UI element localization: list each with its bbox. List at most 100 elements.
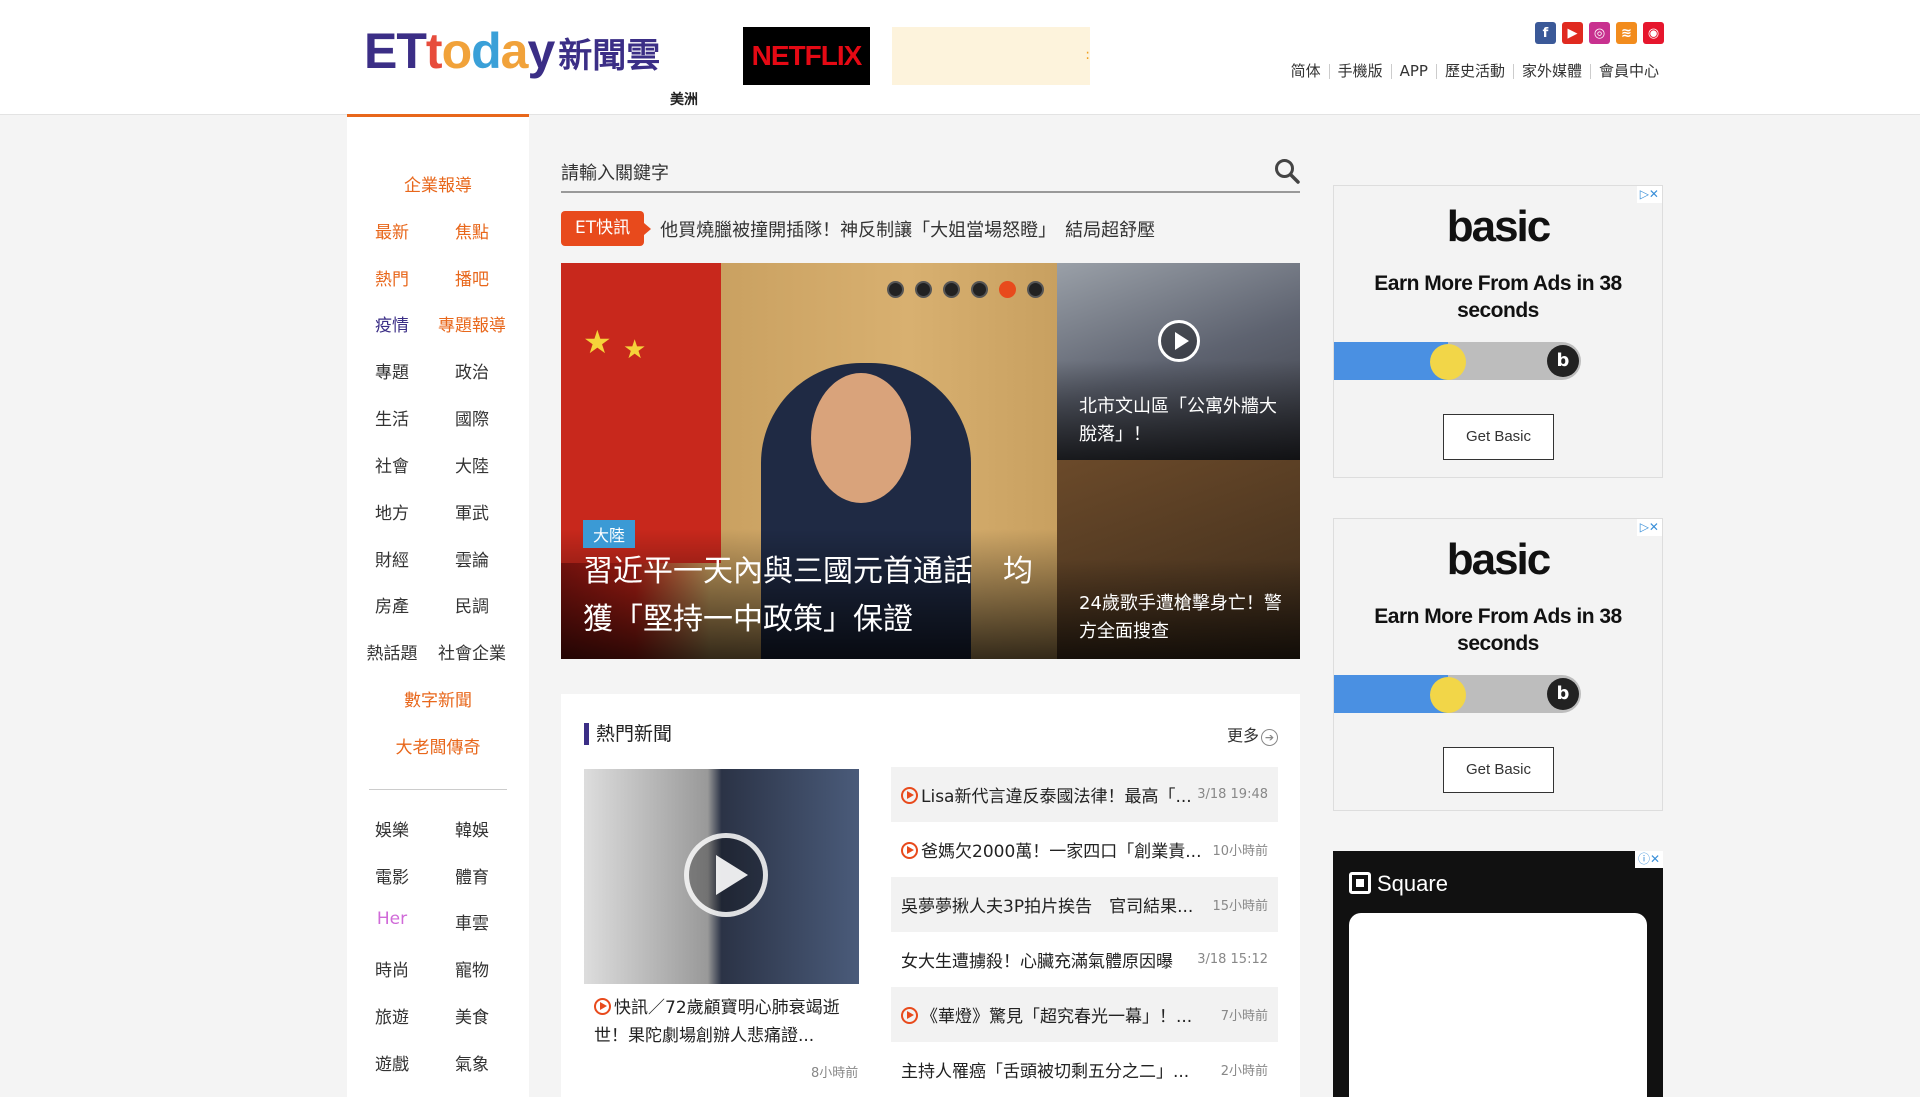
sidebar-item-epidemic[interactable]: 疫情	[347, 311, 437, 336]
list-item-title: 主持人罹癌「舌頭被切剩五分之二」...	[901, 1062, 1190, 1082]
sidebar-item-poll[interactable]: 民調	[427, 592, 517, 617]
site-logo[interactable]: ETtoday 新聞雲	[364, 26, 660, 76]
sidebar-item-food[interactable]: 美食	[427, 1003, 517, 1028]
weibo-icon[interactable]: ◉	[1643, 22, 1664, 44]
sidebar-item-korean-ent[interactable]: 韓娛	[427, 816, 517, 841]
sidebar-item-games[interactable]: 遊戲	[347, 1050, 437, 1075]
sidebar-item-opinion[interactable]: 雲論	[427, 546, 517, 571]
sidebar-item-sports[interactable]: 體育	[427, 863, 517, 888]
get-basic-button[interactable]: Get Basic	[1443, 414, 1554, 460]
sidebar-item-mainland[interactable]: 大陸	[427, 452, 517, 477]
sidebar-item-focus[interactable]: 焦點	[427, 218, 517, 243]
sidebar-item-data-news[interactable]: 數字新聞	[347, 686, 529, 711]
ad-progress-bar: b	[1334, 675, 1581, 713]
basic-ad-1[interactable]: ▷✕ basic Earn More From Ads in 38 second…	[1333, 185, 1663, 478]
nav-simplified[interactable]: 简体	[1283, 64, 1329, 79]
sidebar-item-entertainment[interactable]: 娛樂	[347, 816, 437, 841]
list-item-title: 吳夢夢揪人夫3P拍片挨告 官司結果...	[901, 897, 1194, 917]
rss-icon[interactable]: ≋	[1616, 22, 1637, 44]
hot-feature-image[interactable]	[584, 769, 859, 984]
sidebar-item-realestate[interactable]: 房產	[347, 592, 437, 617]
banner-ad[interactable]: :	[892, 27, 1090, 85]
more-link[interactable]: 更多 ➔	[1227, 722, 1278, 746]
sidebar-item-boba[interactable]: 播吧	[427, 265, 517, 290]
list-item[interactable]: 《華燈》驚見「超究春光一幕」！... 7小時前	[891, 987, 1278, 1042]
sidebar-item-boss-legend[interactable]: 大老闆傳奇	[347, 733, 529, 758]
adchoices-icon[interactable]: ⓘ✕	[1634, 851, 1663, 868]
side-story-1[interactable]: 北市文山區「公寓外牆大脫落」！	[1057, 263, 1300, 460]
sidebar-item-pets[interactable]: 寵物	[427, 956, 517, 981]
carousel-dot[interactable]	[943, 281, 960, 298]
sidebar-item-corporate[interactable]: 企業報導	[347, 171, 529, 196]
sidebar-item-weather[interactable]: 氣象	[427, 1050, 517, 1075]
sidebar-item-movies[interactable]: 電影	[347, 863, 437, 888]
logo-suffix: 新聞雲	[558, 36, 661, 76]
hot-news-list: Lisa新代言違反泰國法律！最高「... 3/18 19:48 爸媽欠2000萬！…	[891, 767, 1278, 1097]
netflix-banner-ad[interactable]: NETFLIX	[743, 27, 870, 85]
carousel-dot[interactable]	[999, 281, 1016, 298]
sidebar-item-her[interactable]: Her	[347, 909, 437, 929]
list-item[interactable]: 主持人罹癌「舌頭被切剩五分之二」... 2小時前	[891, 1042, 1278, 1097]
side-story-2[interactable]: 24歲歌手遭槍擊身亡！警方全面搜查	[1057, 460, 1300, 659]
search-input[interactable]	[561, 156, 1241, 190]
get-basic-button[interactable]: Get Basic	[1443, 747, 1554, 793]
square-ad-image	[1349, 913, 1647, 1097]
list-item[interactable]: 爸媽欠2000萬！一家四口「創業責... 10小時前	[891, 822, 1278, 877]
sidebar-item-military[interactable]: 軍武	[427, 499, 517, 524]
list-item-time: 7小時前	[1220, 1009, 1268, 1024]
list-item-time: 15小時前	[1212, 899, 1268, 914]
sidebar-item-society[interactable]: 社會	[347, 452, 437, 477]
sidebar-item-special-report[interactable]: 專題報導	[427, 311, 517, 336]
list-item-time: 2小時前	[1220, 1064, 1268, 1079]
sidebar-divider	[369, 789, 507, 790]
social-links: f ▶ ◎ ≋ ◉	[1535, 22, 1664, 44]
sidebar-item-politics[interactable]: 政治	[427, 358, 517, 383]
sidebar-item-topics[interactable]: 專題	[347, 358, 437, 383]
nav-app[interactable]: APP	[1390, 64, 1436, 79]
play-icon	[1158, 320, 1200, 362]
nav-history-events[interactable]: 歷史活動	[1435, 64, 1513, 79]
sidebar-item-local[interactable]: 地方	[347, 499, 437, 524]
carousel-dot[interactable]	[1027, 281, 1044, 298]
search-bar	[561, 156, 1300, 193]
sidebar-item-latest[interactable]: 最新	[347, 218, 437, 243]
sidebar-item-life[interactable]: 生活	[347, 405, 437, 430]
adchoices-icon[interactable]: ▷✕	[1636, 519, 1662, 536]
sidebar-item-travel[interactable]: 旅遊	[347, 1003, 437, 1028]
nav-mobile[interactable]: 手機版	[1328, 64, 1391, 79]
list-item[interactable]: 女大生遭擄殺！心臟充滿氣體原因曝 3/18 15:12	[891, 932, 1278, 987]
facebook-icon[interactable]: f	[1535, 22, 1556, 44]
sidebar-item-hot[interactable]: 熱門	[347, 265, 437, 290]
top-nav: 简体 手機版 APP 歷史活動 家外媒體 會員中心	[1283, 64, 1667, 79]
carousel-dots	[887, 281, 1044, 298]
play-icon	[684, 833, 768, 917]
adchoices-icon[interactable]: ▷✕	[1636, 186, 1662, 203]
square-ad[interactable]: ⓘ✕ Square	[1333, 851, 1663, 1097]
breaking-news-ticker: ET快訊 他買燒臘被撞開插隊！神反制讓「大姐當場怒瞪」 結局超舒壓	[561, 211, 1155, 246]
list-item[interactable]: 吳夢夢揪人夫3P拍片挨告 官司結果... 15小時前	[891, 877, 1278, 932]
hot-feature-caption[interactable]: 快訊／72歲顧寶明心肺衰竭逝世！果陀劇場創辦人悲痛證...	[594, 994, 844, 1050]
instagram-icon[interactable]: ◎	[1589, 22, 1610, 44]
carousel-dot[interactable]	[971, 281, 988, 298]
sidebar-item-finance[interactable]: 財經	[347, 546, 437, 571]
carousel-dot[interactable]	[915, 281, 932, 298]
youtube-icon[interactable]: ▶	[1562, 22, 1583, 44]
list-item[interactable]: Lisa新代言違反泰國法律！最高「... 3/18 19:48	[891, 767, 1278, 822]
sidebar-item-cars[interactable]: 車雲	[427, 909, 517, 934]
sidebar-item-international[interactable]: 國際	[427, 405, 517, 430]
carousel-dot[interactable]	[887, 281, 904, 298]
sidebar-item-social-enterprise[interactable]: 社會企業	[427, 639, 517, 664]
square-logo: Square	[1349, 871, 1448, 897]
hero-story[interactable]: ★ ★ 大陸 習近平一天內與三國元首通話 均獲「堅持一中政策」保證	[561, 263, 1057, 659]
logo-wordmark: ETtoday	[364, 23, 555, 79]
list-item-title: 爸媽欠2000萬！一家四口「創業責...	[921, 842, 1202, 862]
list-item-title: 女大生遭擄殺！心臟充滿氣體原因曝	[901, 952, 1173, 972]
nav-member-center[interactable]: 會員中心	[1589, 64, 1667, 79]
sidebar-item-hot-topics[interactable]: 熱話題	[347, 639, 437, 664]
basic-ad-2[interactable]: ▷✕ basic Earn More From Ads in 38 second…	[1333, 518, 1663, 811]
breaking-news-link[interactable]: 他買燒臘被撞開插隊！神反制讓「大姐當場怒瞪」 結局超舒壓	[660, 216, 1155, 242]
nav-outdoor-media[interactable]: 家外媒體	[1512, 64, 1590, 79]
search-icon[interactable]	[1274, 158, 1300, 184]
sidebar-item-fashion[interactable]: 時尚	[347, 956, 437, 981]
region-label[interactable]: 美洲	[670, 89, 698, 109]
